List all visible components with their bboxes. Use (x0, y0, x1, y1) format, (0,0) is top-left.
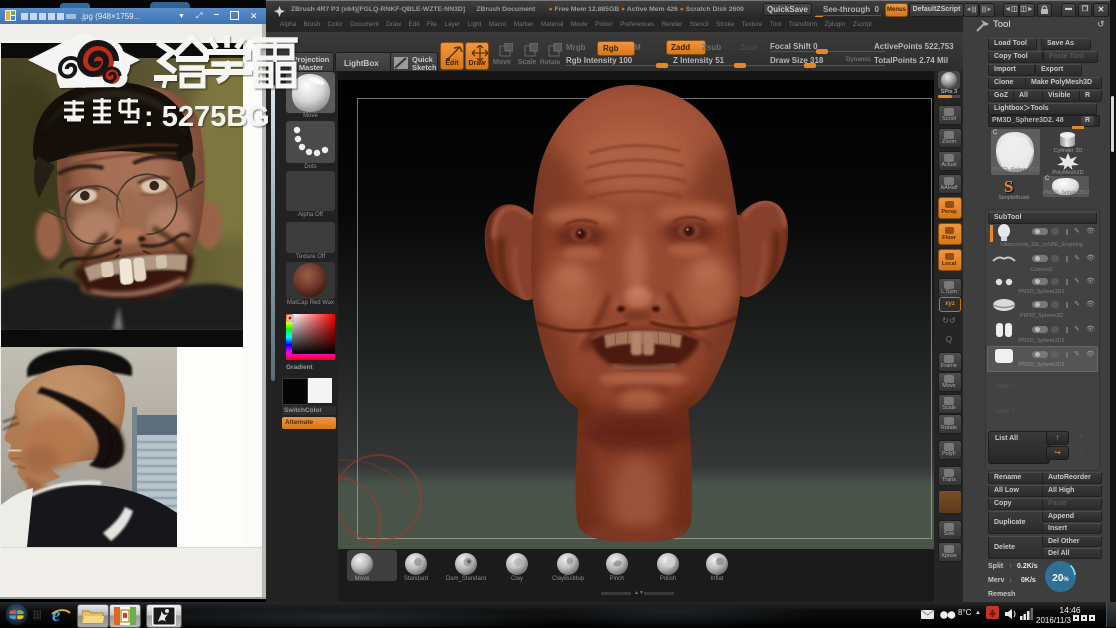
svg-text:e: e (52, 605, 61, 625)
svg-text:: 5275BG: : 5275BG (144, 101, 270, 133)
